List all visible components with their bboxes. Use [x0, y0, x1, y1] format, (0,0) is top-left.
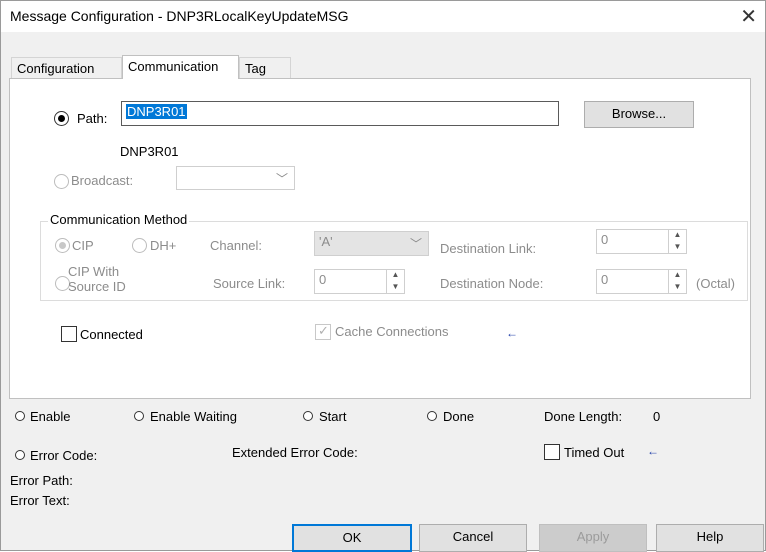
communication-panel: Path: DNP3R01 Browse... DNP3R01 Broadcas…: [9, 78, 751, 399]
start-status-label: Start: [319, 409, 347, 424]
tab-tag[interactable]: Tag: [239, 57, 291, 79]
source-link-spinner[interactable]: ▲ ▼: [386, 270, 404, 293]
window-title: Message Configuration - DNP3RLocalKeyUpd…: [10, 8, 349, 24]
cip-source-id-label-line2: Source ID: [68, 279, 126, 294]
broadcast-radio[interactable]: [54, 174, 69, 189]
enable-waiting-status-indicator: [134, 411, 144, 421]
dhplus-radio[interactable]: [132, 238, 147, 253]
dhplus-label: DH+: [150, 238, 177, 253]
cache-connections-label: Cache Connections: [335, 324, 449, 339]
start-status-indicator: [303, 411, 313, 421]
cip-label: CIP: [72, 238, 94, 253]
channel-select-value: 'A': [319, 234, 333, 249]
tab-configuration-label: Configuration: [17, 61, 95, 76]
tab-configuration[interactable]: Configuration: [11, 57, 122, 79]
browse-button[interactable]: Browse...: [584, 101, 694, 128]
timed-out-checkbox[interactable]: [544, 444, 560, 460]
ok-button[interactable]: OK: [292, 524, 412, 552]
extended-error-code-label: Extended Error Code:: [232, 445, 358, 460]
path-radio[interactable]: [54, 111, 69, 126]
done-status-indicator: [427, 411, 437, 421]
broadcast-label: Broadcast:: [71, 173, 134, 188]
path-input[interactable]: DNP3R01: [121, 101, 559, 126]
tab-communication-label: Communication: [128, 59, 219, 74]
path-label: Path:: [77, 111, 108, 126]
chevron-down-icon: ﹀: [275, 172, 288, 186]
arrow-left-icon: ←: [647, 444, 659, 458]
error-code-status-indicator: [15, 450, 25, 460]
done-status-label: Done: [443, 409, 475, 424]
timed-out-label: Timed Out: [564, 445, 625, 460]
destination-node-label: Destination Node:: [440, 276, 544, 291]
arrow-left-icon: ←: [506, 326, 518, 340]
done-length-label: Done Length:: [544, 409, 623, 424]
help-button[interactable]: Help: [656, 524, 764, 552]
destination-link-value: 0: [601, 232, 609, 247]
title-bar: Message Configuration - DNP3RLocalKeyUpd…: [1, 1, 765, 32]
enable-status-label: Enable: [30, 409, 71, 424]
close-icon[interactable]: ✕: [740, 4, 757, 29]
path-input-value: DNP3R01: [126, 104, 187, 119]
cache-connections-checkbox[interactable]: ✓: [315, 323, 331, 340]
enable-waiting-status-label: Enable Waiting: [150, 409, 237, 424]
destination-link-label: Destination Link:: [440, 241, 537, 256]
cip-radio[interactable]: [55, 238, 70, 253]
destination-link-input[interactable]: 0 ▲ ▼: [596, 229, 687, 254]
channel-select[interactable]: 'A' ﹀: [314, 231, 429, 256]
cip-source-id-label-line1: CIP With: [68, 264, 120, 279]
destination-link-spinner[interactable]: ▲ ▼: [668, 230, 686, 253]
enable-status-indicator: [15, 411, 25, 421]
error-text-label: Error Text:: [10, 493, 70, 508]
resolved-path-text: DNP3R01: [120, 144, 179, 159]
tab-tag-label: Tag: [245, 61, 266, 76]
cip-source-id-label: CIP With Source ID: [68, 264, 126, 294]
broadcast-select[interactable]: ﹀: [176, 166, 295, 190]
channel-label: Channel:: [210, 238, 263, 253]
destination-node-input[interactable]: 0 ▲ ▼: [596, 269, 687, 294]
communication-method-title: Communication Method: [48, 212, 190, 227]
tab-communication[interactable]: Communication: [122, 55, 239, 79]
connected-checkbox[interactable]: [61, 326, 77, 342]
checkmark-icon: ✓: [318, 323, 329, 338]
error-path-label: Error Path:: [10, 473, 73, 488]
source-link-label: Source Link:: [213, 276, 286, 291]
octal-label: (Octal): [696, 276, 735, 291]
cancel-button[interactable]: Cancel: [419, 524, 527, 552]
destination-node-value: 0: [601, 272, 609, 287]
source-link-value: 0: [319, 272, 327, 287]
message-configuration-dialog: Message Configuration - DNP3RLocalKeyUpd…: [0, 0, 766, 552]
destination-node-spinner[interactable]: ▲ ▼: [668, 270, 686, 293]
error-code-label: Error Code:: [30, 448, 98, 463]
chevron-down-icon: ﹀: [409, 237, 422, 251]
source-link-input[interactable]: 0 ▲ ▼: [314, 269, 405, 294]
done-length-value: 0: [653, 409, 661, 424]
connected-label: Connected: [80, 327, 143, 342]
apply-button[interactable]: Apply: [539, 524, 647, 552]
